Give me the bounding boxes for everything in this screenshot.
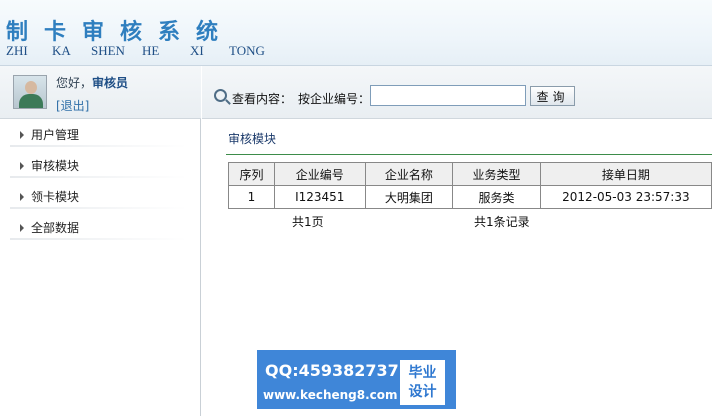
menu-divider bbox=[10, 207, 187, 209]
table-cell: 服务类 bbox=[452, 185, 541, 209]
triangle-right-icon bbox=[20, 193, 24, 201]
watermark-qq: QQ:459382737 bbox=[265, 361, 399, 380]
column-header: 接单日期 bbox=[539, 162, 712, 186]
sidebar-item-card-pickup[interactable]: 领卡模块 bbox=[0, 181, 201, 212]
triangle-right-icon bbox=[20, 131, 24, 139]
triangle-right-icon bbox=[20, 162, 24, 170]
system-title: 制 卡 审 核 系 统 bbox=[6, 14, 218, 46]
query-button[interactable]: 查询 bbox=[530, 86, 575, 106]
title-char: 卡 bbox=[44, 19, 69, 45]
sidebar-menu: 用户管理 审核模块 领卡模块 全部数据 bbox=[0, 119, 201, 243]
search-toolbar: 查看内容： 按企业编号： 查询 bbox=[202, 66, 712, 119]
triangle-right-icon bbox=[20, 224, 24, 232]
watermark-banner: QQ:459382737 www.kecheng8.com 毕业 设计 bbox=[257, 350, 456, 409]
sidebar-item-label: 全部数据 bbox=[31, 221, 80, 235]
title-char: 系 bbox=[158, 19, 183, 45]
sidebar-item-label: 审核模块 bbox=[31, 159, 80, 173]
company-number-input[interactable] bbox=[370, 85, 526, 106]
menu-divider bbox=[10, 145, 187, 147]
avatar-body-icon bbox=[19, 94, 43, 108]
search-label: 查看内容： bbox=[232, 92, 293, 106]
pinyin-syllable: ZHI bbox=[6, 43, 28, 58]
left-sidebar: 您好，审核员 [退出] 用户管理 审核模块 领卡模块 全部数据 bbox=[0, 66, 201, 416]
sidebar-item-audit-module[interactable]: 审核模块 bbox=[0, 150, 201, 181]
magnifier-icon bbox=[214, 89, 227, 102]
sidebar-item-all-data[interactable]: 全部数据 bbox=[0, 212, 201, 243]
user-role: 审核员 bbox=[92, 76, 129, 90]
avatar bbox=[13, 75, 47, 109]
audit-table: 序列 企业编号 企业名称 业务类型 接单日期 1 I123451 大明集团 服务… bbox=[228, 162, 712, 209]
avatar-head-icon bbox=[25, 81, 37, 94]
search-by-label: 按企业编号： bbox=[298, 92, 371, 106]
logout-link[interactable]: [退出] bbox=[56, 97, 89, 114]
sidebar-item-label: 用户管理 bbox=[31, 128, 80, 142]
column-header: 序列 bbox=[228, 162, 275, 186]
title-char: 统 bbox=[196, 19, 221, 45]
record-count: 共1条记录 bbox=[474, 215, 530, 229]
system-title-pinyin: ZHI KA SHEN HE XI TONG bbox=[6, 43, 269, 59]
header-banner: 制 卡 审 核 系 统 ZHI KA SHEN HE XI TONG bbox=[0, 0, 712, 66]
user-greeting: 您好，审核员 bbox=[56, 74, 128, 91]
sidebar-item-label: 领卡模块 bbox=[31, 190, 80, 204]
pinyin-syllable: TONG bbox=[229, 43, 265, 58]
menu-divider bbox=[10, 176, 187, 178]
column-header: 企业名称 bbox=[364, 162, 454, 186]
user-info-panel: 您好，审核员 [退出] bbox=[0, 66, 201, 119]
pinyin-syllable: KA bbox=[52, 43, 71, 58]
table-header-row: 序列 企业编号 企业名称 业务类型 接单日期 bbox=[228, 162, 712, 186]
column-header: 企业编号 bbox=[273, 162, 366, 186]
watermark-url: www.kecheng8.com bbox=[263, 388, 398, 402]
title-char: 审 bbox=[82, 19, 107, 45]
pinyin-syllable: HE bbox=[142, 43, 160, 58]
sidebar-item-user-management[interactable]: 用户管理 bbox=[0, 119, 201, 150]
menu-divider bbox=[10, 238, 187, 240]
table-cell: 1 bbox=[228, 185, 275, 209]
greeting-text: 您好， bbox=[56, 76, 93, 90]
app-window: 制 卡 审 核 系 统 ZHI KA SHEN HE XI TONG 您好，审核… bbox=[0, 0, 712, 416]
watermark-badge: 毕业 设计 bbox=[400, 360, 445, 405]
table-cell: 大明集团 bbox=[364, 185, 454, 209]
section-title: 审核模块 bbox=[228, 132, 277, 146]
table-cell: I123451 bbox=[273, 185, 366, 209]
title-char: 核 bbox=[120, 19, 145, 45]
table-row[interactable]: 1 I123451 大明集团 服务类 2012-05-03 23:57:33 bbox=[228, 185, 712, 209]
title-char: 制 bbox=[6, 19, 31, 45]
page-count: 共1页 bbox=[292, 215, 324, 229]
pinyin-syllable: XI bbox=[190, 43, 204, 58]
badge-line: 设计 bbox=[408, 383, 437, 400]
badge-line: 毕业 bbox=[408, 364, 437, 381]
section-divider bbox=[226, 154, 712, 155]
table-cell: 2012-05-03 23:57:33 bbox=[539, 185, 712, 209]
column-header: 业务类型 bbox=[452, 162, 541, 186]
pinyin-syllable: SHEN bbox=[91, 43, 125, 58]
